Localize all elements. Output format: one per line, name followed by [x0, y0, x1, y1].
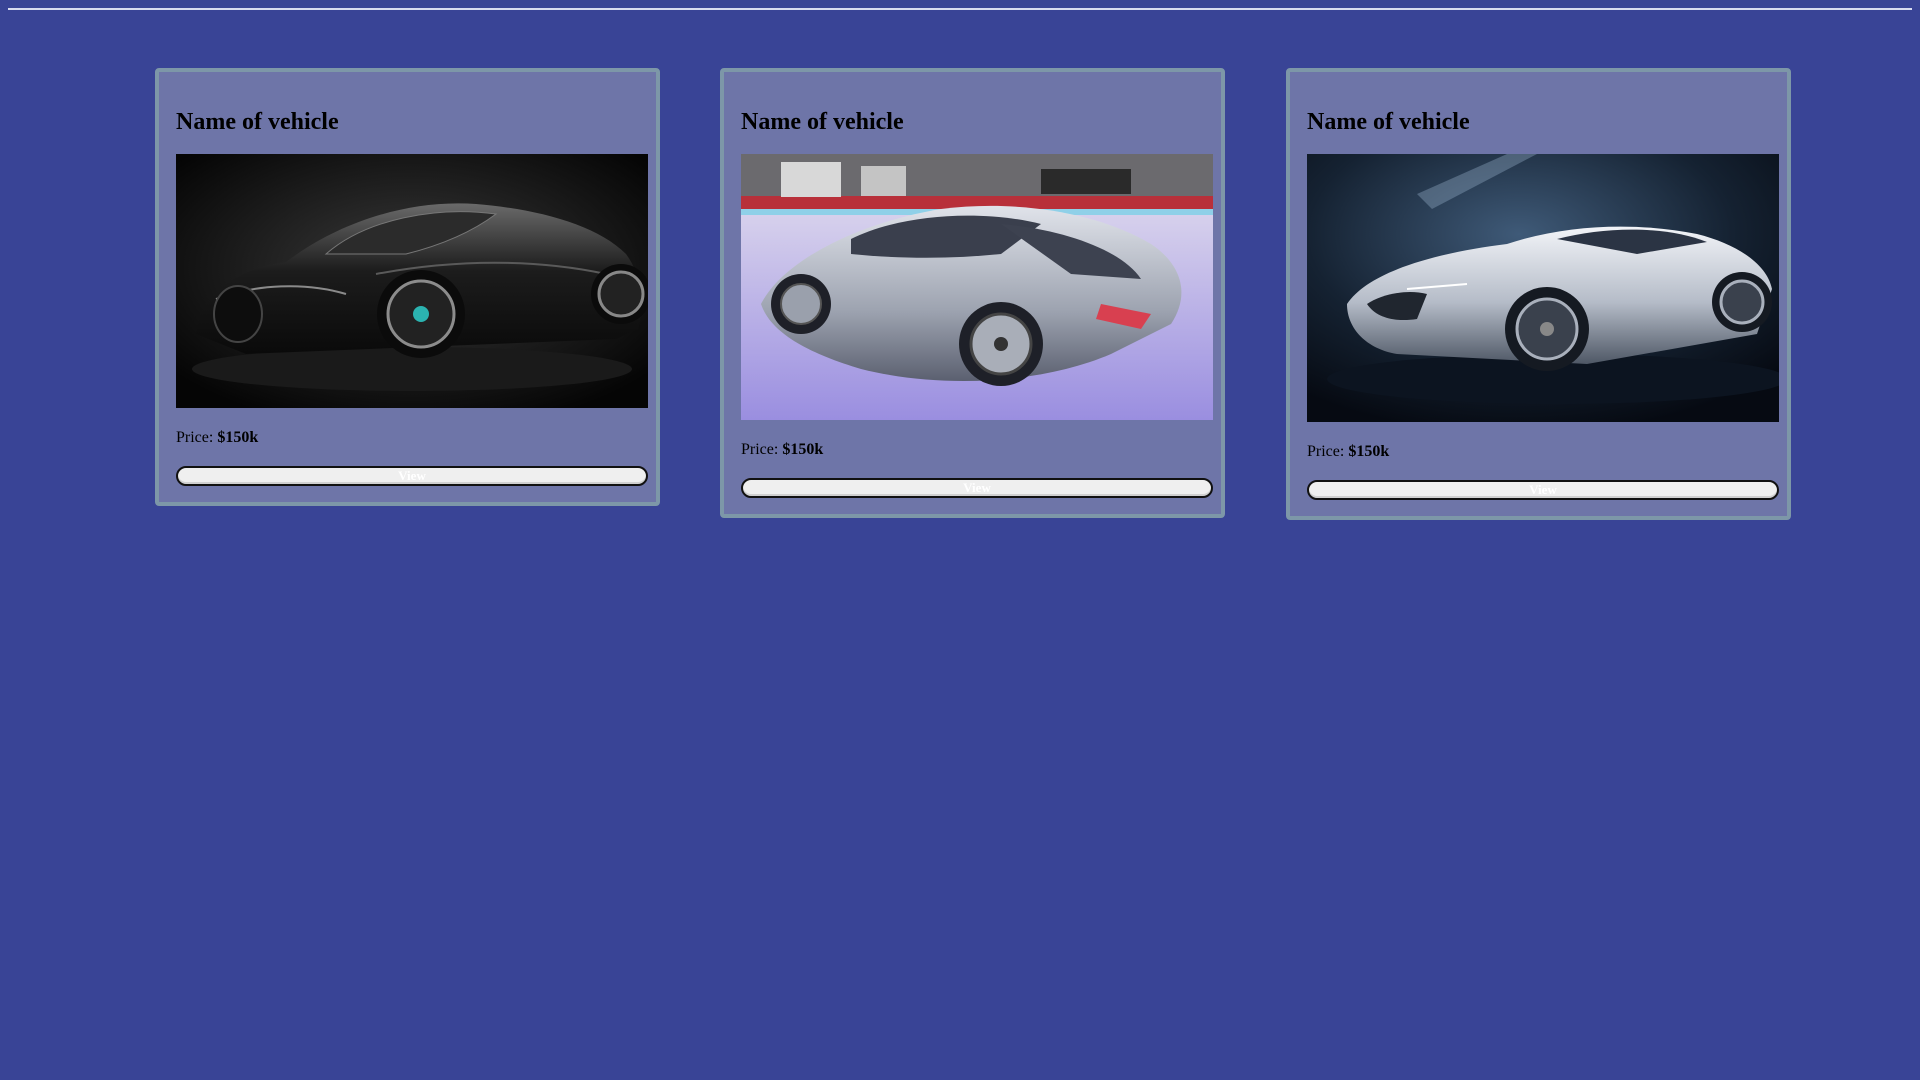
vehicle-card: Name of vehicle Price: $150k View: [720, 68, 1225, 518]
price-label: Price:: [176, 429, 218, 446]
price-label: Price:: [741, 441, 783, 458]
vehicle-price: Price: $150k: [1307, 442, 1770, 462]
vehicle-card-grid: Name of vehicle Price: $150k View Name o…: [0, 0, 1920, 1080]
price-label: Price:: [1307, 443, 1349, 460]
vehicle-price: Price: $150k: [741, 440, 1204, 460]
view-vehicle-button[interactable]: View: [176, 466, 648, 486]
vehicle-image: [1307, 154, 1779, 422]
vehicle-name: Name of vehicle: [1307, 109, 1470, 135]
price-value: $150k: [1348, 443, 1390, 460]
vehicle-card: Name of vehicle Price: $150k View: [1286, 68, 1791, 520]
view-vehicle-button[interactable]: View: [1307, 480, 1779, 500]
vehicle-image: [741, 154, 1213, 420]
view-vehicle-button[interactable]: View: [741, 478, 1213, 498]
price-value: $150k: [217, 429, 259, 446]
vehicle-image: [176, 154, 648, 408]
vehicle-card: Name of vehicle Price: $150k View: [155, 68, 660, 506]
vehicle-price: Price: $150k: [176, 428, 639, 448]
vehicle-name: Name of vehicle: [741, 109, 904, 135]
price-value: $150k: [782, 441, 824, 458]
vehicle-name: Name of vehicle: [176, 109, 339, 135]
